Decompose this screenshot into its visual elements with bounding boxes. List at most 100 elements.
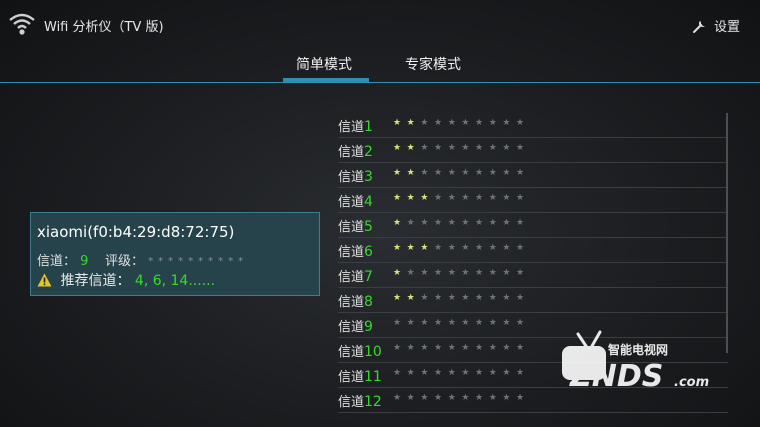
star-empty-icon: ★ (488, 343, 503, 353)
star-empty-icon: ★ (434, 143, 448, 153)
star-empty-icon: ★ (461, 168, 476, 178)
channel-rating-stars: ★★★★★★★★★★ (393, 293, 530, 303)
star-empty-icon: ★ (434, 268, 448, 278)
star-filled-icon: ★ (406, 118, 421, 128)
channel-label: 信道2 (338, 144, 373, 160)
star-filled-icon: ★ (393, 143, 407, 153)
channel-row: 信道4 ★★★★★★★★★★ (338, 188, 728, 213)
channel-row: 信道8 ★★★★★★★★★★ (338, 288, 728, 313)
star-empty-icon: ★ (420, 393, 435, 403)
star-empty-icon: ★ (434, 293, 448, 303)
channel-number: 4 (364, 194, 373, 210)
star-empty-icon: ★ (502, 243, 517, 253)
star-filled-icon: ★ (406, 168, 421, 178)
star-empty-icon: ★ (420, 268, 435, 278)
tab-expert-mode[interactable]: 专家模式 (405, 54, 461, 74)
star-empty-icon: ★ (447, 368, 462, 378)
star-empty-icon: ★ (502, 343, 517, 353)
channel-number: 12 (364, 394, 382, 410)
star-empty-icon: ★ (502, 318, 517, 328)
star-empty-icon: ★ (447, 118, 462, 128)
channel-row: 信道3 ★★★★★★★★★★ (338, 163, 728, 188)
channel-rating-stars: ★★★★★★★★★★ (393, 318, 530, 328)
star-empty-icon: ★ (461, 243, 476, 253)
star-empty-icon: ★ (516, 243, 530, 253)
channel-rating-stars: ★★★★★★★★★★ (393, 218, 530, 228)
star-empty-icon: ★ (447, 293, 462, 303)
star-empty-icon: ★ (406, 368, 421, 378)
star-empty-icon: ★ (461, 268, 476, 278)
channel-rating-stars: ★★★★★★★★★★ (393, 268, 530, 278)
star-empty-icon: ★ (475, 218, 489, 228)
star-empty-icon: ★ (475, 318, 489, 328)
channel-rating-stars: ★★★★★★★★★★ (393, 343, 530, 353)
star-empty-icon: ★ (502, 218, 517, 228)
warning-icon (37, 273, 52, 287)
star-filled-icon: ★ (393, 168, 407, 178)
star-empty-icon: ★ (502, 118, 517, 128)
channel-label: 信道3 (338, 169, 373, 185)
channel-label: 信道8 (338, 294, 373, 310)
tab-simple-mode[interactable]: 简单模式 (296, 54, 352, 74)
mode-tabs: 简单模式 专家模式 (0, 50, 760, 83)
star-empty-icon: ★ (516, 218, 530, 228)
star-filled-icon: ★ (393, 193, 407, 203)
star-empty-icon: ★ (502, 143, 517, 153)
star-empty-icon: ★ (420, 318, 435, 328)
svg-text:ZNDS: ZNDS (569, 359, 663, 394)
star-empty-icon: ★ (502, 268, 517, 278)
recommend-label: 推荐信道： (60, 273, 131, 289)
wrench-icon (692, 20, 705, 33)
svg-text:智能电视网: 智能电视网 (607, 342, 668, 357)
star-empty-icon: ★ (406, 393, 421, 403)
settings-button[interactable]: 设置 (692, 16, 740, 35)
star-empty-icon: ★ (475, 368, 489, 378)
channel-list-scrollbar[interactable] (726, 113, 728, 353)
channel-label: 信道11 (338, 369, 382, 385)
star-empty-icon: ★ (475, 193, 489, 203)
channel-row: 信道7 ★★★★★★★★★★ (338, 263, 728, 288)
channel-rating-stars: ★★★★★★★★★★ (393, 118, 530, 128)
star-empty-icon: ★ (420, 118, 435, 128)
top-bar: Wifi 分析仪（TV 版) 设置 (0, 0, 760, 50)
star-empty-icon: ★ (516, 268, 530, 278)
channel-number: 7 (364, 269, 373, 285)
star-empty-icon: ★ (488, 218, 503, 228)
star-empty-icon: ★ (516, 318, 530, 328)
star-empty-icon: ★ (461, 118, 476, 128)
star-empty-icon: ★ (502, 393, 517, 403)
star-empty-icon: ★ (434, 343, 448, 353)
channel-label: 信道10 (338, 344, 382, 360)
channel-label: 信道9 (338, 319, 373, 335)
channel-number: 10 (364, 344, 382, 360)
star-empty-icon: ★ (406, 268, 421, 278)
star-empty-icon: ★ (461, 143, 476, 153)
star-empty-icon: ★ (461, 343, 476, 353)
star-filled-icon: ★ (393, 268, 407, 278)
star-empty-icon: ★ (420, 218, 435, 228)
star-empty-icon: ★ (516, 393, 530, 403)
star-empty-icon: ★ (488, 318, 503, 328)
star-filled-icon: ★ (420, 243, 435, 253)
star-empty-icon: ★ (461, 193, 476, 203)
star-empty-icon: ★ (406, 318, 421, 328)
recommend-row: 推荐信道： 4, 6, 14...... (37, 270, 215, 290)
star-empty-icon: ★ (434, 193, 448, 203)
channel-row: 信道2 ★★★★★★★★★★ (338, 138, 728, 163)
channel-label: 信道7 (338, 269, 373, 285)
star-filled-icon: ★ (406, 243, 421, 253)
channel-row: 信道6 ★★★★★★★★★★ (338, 238, 728, 263)
channel-row: 信道1 ★★★★★★★★★★ (338, 113, 728, 138)
star-empty-icon: ★ (447, 268, 462, 278)
star-empty-icon: ★ (461, 218, 476, 228)
star-empty-icon: ★ (488, 393, 503, 403)
star-empty-icon: ★ (475, 243, 489, 253)
channel-number: 6 (364, 244, 373, 260)
star-empty-icon: ★ (434, 368, 448, 378)
network-info-panel: xiaomi(f0:b4:29:d8:72:75) 信道： 9 评级： ****… (30, 212, 320, 296)
star-empty-icon: ★ (447, 143, 462, 153)
star-empty-icon: ★ (502, 193, 517, 203)
star-empty-icon: ★ (434, 318, 448, 328)
star-empty-icon: ★ (393, 368, 407, 378)
star-empty-icon: ★ (475, 143, 489, 153)
